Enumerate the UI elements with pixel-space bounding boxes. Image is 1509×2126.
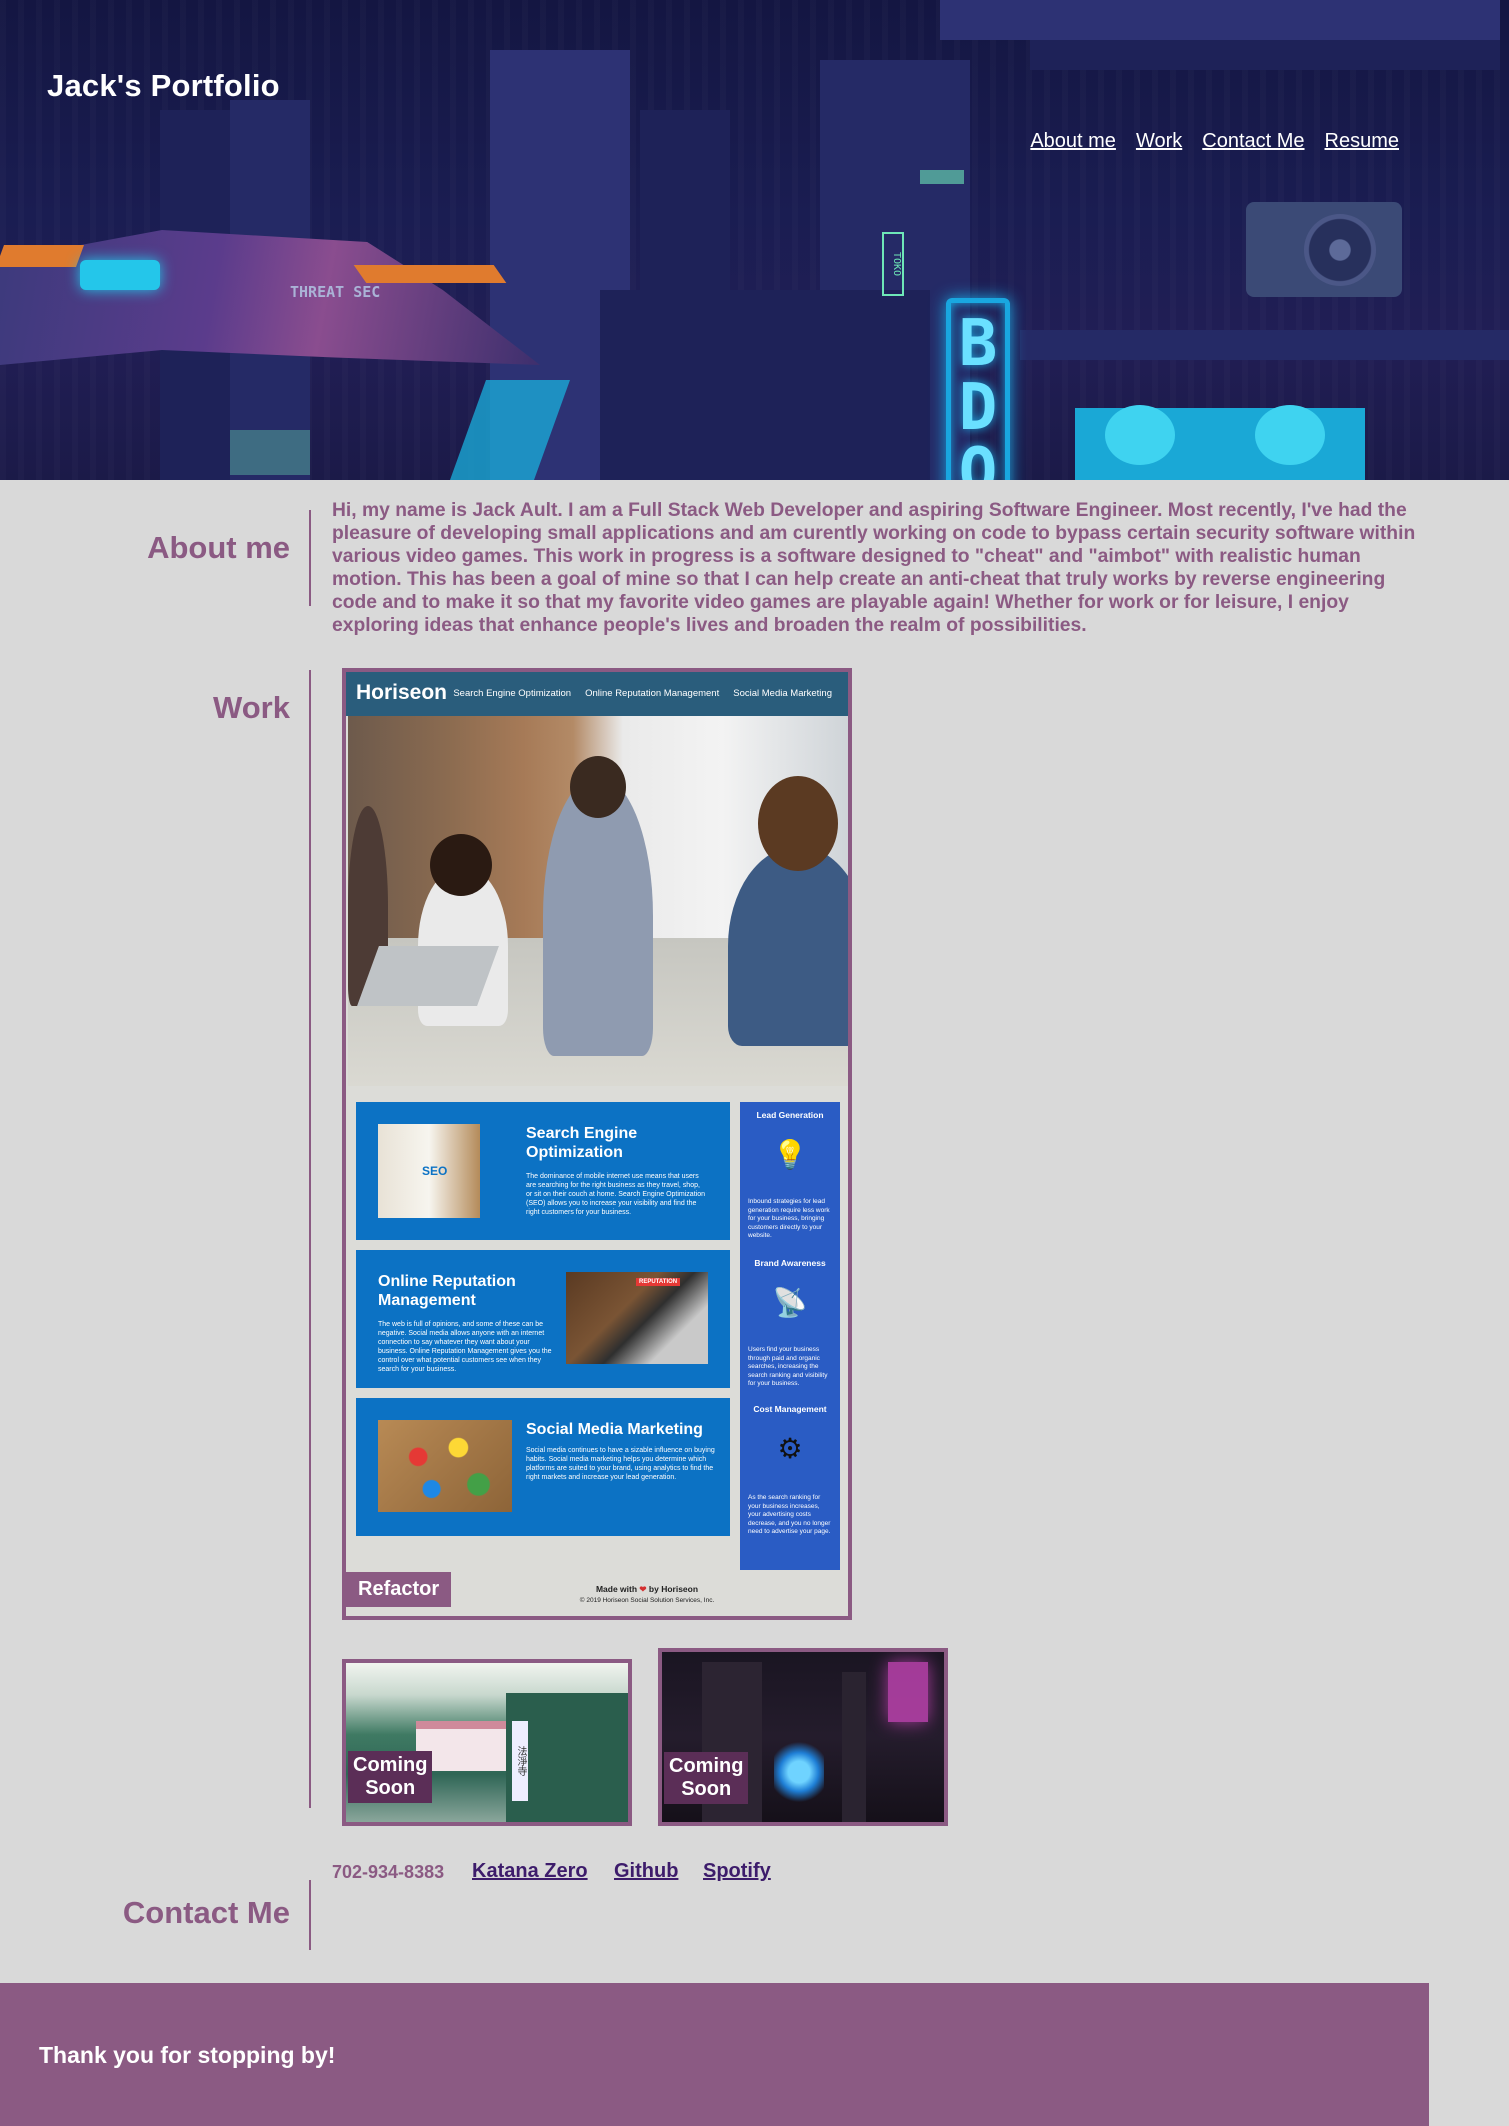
heart-icon: ❤ [639, 1584, 647, 1594]
horiseon-nav-item: Social Media Marketing [733, 688, 832, 699]
broadcast-icon: 📡 [772, 1287, 808, 1318]
horiseon-header: Horiseon Search Engine Optimization Onli… [346, 672, 848, 716]
reputation-card-text: The web is full of opinions, and some of… [378, 1321, 552, 1373]
reputation-card-title: Online Reputation Management [378, 1273, 516, 1309]
katana-glow [774, 1737, 824, 1807]
seo-icon: SEO [378, 1124, 480, 1218]
project-card-coming-soon-2[interactable]: Coming Soon [658, 1648, 948, 1826]
social-icon [378, 1420, 512, 1512]
benefit-text: Inbound strategies for lead generation r… [748, 1198, 830, 1239]
coming-soon-label: Coming Soon [664, 1752, 749, 1804]
neon-sign-text: BDO [958, 307, 998, 480]
coming-soon-label: Coming Soon [348, 1751, 433, 1803]
benefit-text: Users find your business through paid an… [748, 1346, 828, 1387]
horiseon-logo: Horiseon [356, 681, 448, 704]
laptop-icon: REPUTATION [566, 1272, 708, 1364]
horiseon-nav-item: Search Engine Optimization [453, 688, 572, 699]
hero-banner: THREAT SEC TOKO BDO Jack's Portfolio Abo… [0, 0, 1509, 480]
work-heading: Work [213, 690, 290, 725]
nav-resume-link[interactable]: Resume [1325, 130, 1399, 153]
temple-sign: 法淨寺 [512, 1721, 528, 1801]
benefit-title: Lead Generation [756, 1110, 824, 1120]
ac-unit-graphic [1246, 202, 1402, 297]
contact-heading: Contact Me [122, 1895, 290, 1930]
lightbulb-icon: 💡 [772, 1139, 808, 1170]
site-title: Jack's Portfolio [47, 68, 280, 103]
github-link[interactable]: Github [614, 1860, 678, 1883]
footer: Thank you for stopping by! [0, 1983, 1429, 2126]
benefits-sidebar: Lead Generation 💡 Inbound strategies for… [740, 1102, 840, 1570]
main-nav: About me Work Contact Me Resume [1030, 130, 1399, 153]
horiseon-nav: Search Engine Optimization Online Reputa… [453, 688, 832, 699]
toko-sign: TOKO [882, 232, 904, 296]
about-divider [309, 510, 311, 606]
nav-contact-link[interactable]: Contact Me [1202, 130, 1304, 153]
project-label: Refactor [346, 1572, 452, 1607]
seo-card: SEO Search Engine Optimization The domin… [356, 1102, 730, 1240]
benefit-text: As the search ranking for your business … [748, 1494, 831, 1535]
spotify-link[interactable]: Spotify [703, 1860, 771, 1883]
phone-number: 702-934-8383 [332, 1862, 445, 1882]
work-divider [309, 670, 311, 1808]
neon-window [888, 1662, 928, 1722]
katana-zero-link[interactable]: Katana Zero [472, 1860, 588, 1883]
horiseon-hero-photo [348, 716, 848, 1086]
benefit-title: Cost Management [753, 1404, 827, 1414]
ship-text: THREAT SEC [290, 283, 381, 301]
nav-work-link[interactable]: Work [1136, 130, 1182, 153]
horiseon-nav-item: Online Reputation Management [585, 688, 720, 699]
reputation-card: Online Reputation Management The web is … [356, 1250, 730, 1388]
about-heading: About me [147, 530, 290, 565]
benefit-title: Brand Awareness [754, 1258, 826, 1268]
about-text: Hi, my name is Jack Ault. I am a Full St… [332, 500, 1416, 636]
social-card-title: Social Media Marketing [526, 1421, 703, 1438]
contact-divider [309, 1880, 311, 1950]
project-card-refactor[interactable]: Horiseon Search Engine Optimization Onli… [342, 668, 852, 1620]
project-card-coming-soon-1[interactable]: 法淨寺 Coming Soon [342, 1659, 632, 1826]
footer-text: Thank you for stopping by! [39, 2042, 336, 2068]
gears-icon: ⚙ [777, 1433, 803, 1464]
seo-card-title: Search Engine Optimization [526, 1125, 638, 1161]
nav-about-link[interactable]: About me [1030, 130, 1116, 153]
seo-card-text: The dominance of mobile internet use mea… [526, 1173, 705, 1216]
social-card-text: Social media continues to have a sizable… [526, 1447, 715, 1481]
social-card: Social Media Marketing Social media cont… [356, 1398, 730, 1536]
